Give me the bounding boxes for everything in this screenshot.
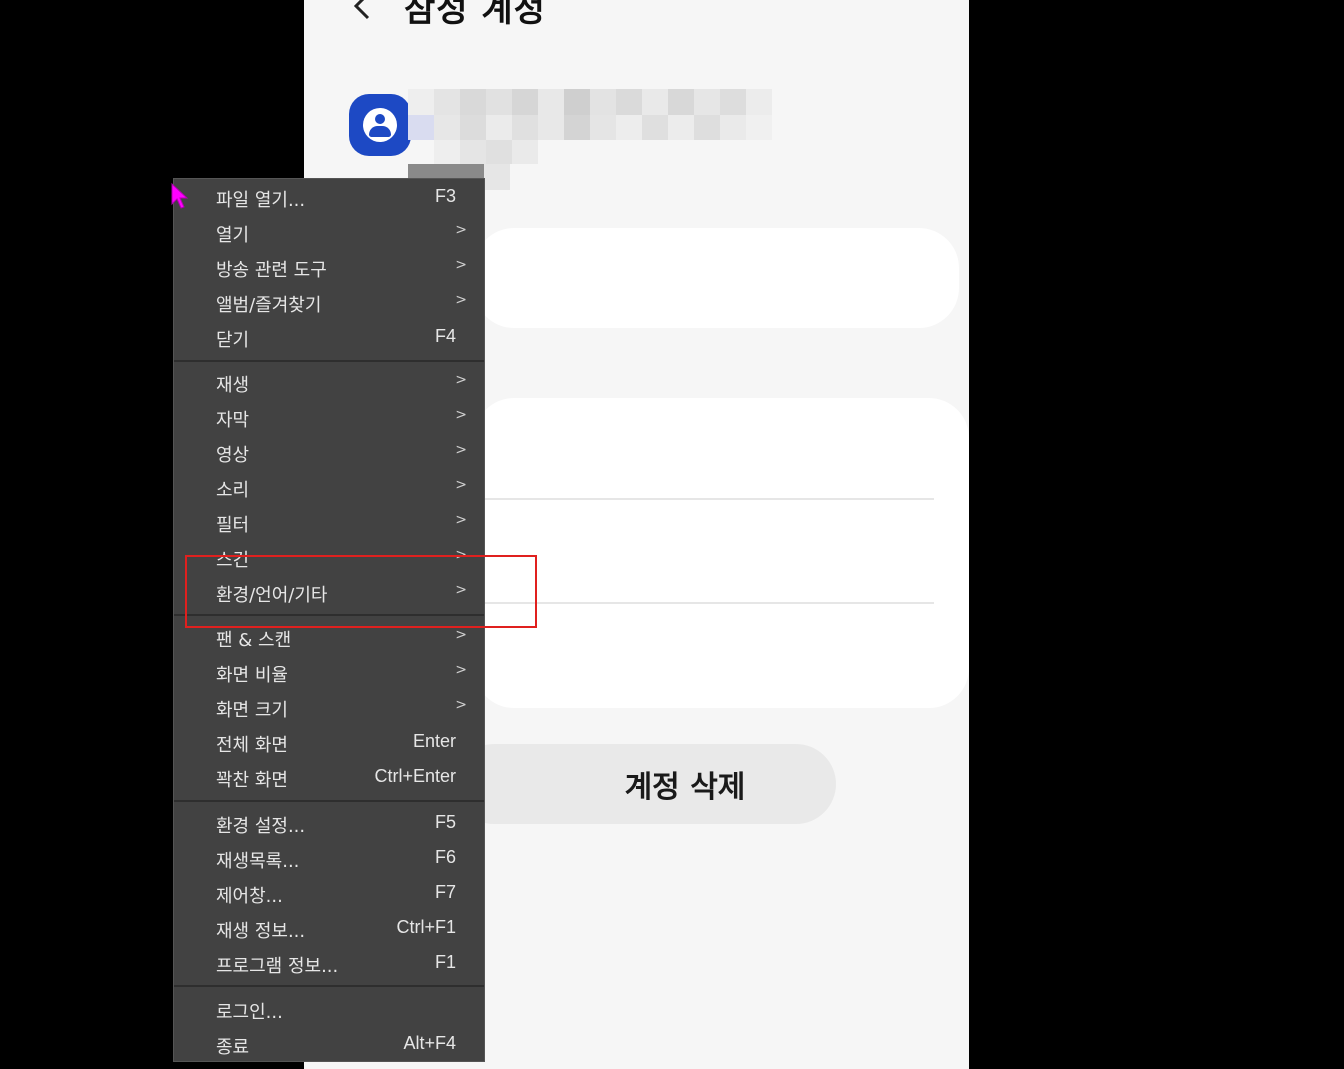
menu-item[interactable]: 닫기 F4: [174, 320, 484, 355]
menu-item-shortcut: F1: [434, 952, 456, 972]
submenu-arrow-icon: >: [455, 477, 467, 493]
settings-card[interactable]: [474, 228, 959, 328]
menu-item-label: 환경 설정...: [216, 816, 306, 837]
menu-item[interactable]: 파일 열기... F3: [174, 180, 484, 215]
menu-item-shortcut: F3: [434, 186, 456, 206]
menu-item-label: 방송 관련 도구: [216, 260, 327, 281]
menu-item-label: 프로그램 정보...: [216, 956, 339, 977]
menu-item[interactable]: 필터 >: [174, 505, 484, 540]
submenu-arrow-icon: >: [455, 697, 467, 713]
account-avatar-icon: [349, 94, 411, 156]
submenu-arrow-icon: >: [455, 407, 467, 423]
screenshot-stage: 삼성 계정 계정 삭제 파일 열기... F3 열기 > 방송 관련 도구 > …: [0, 0, 1344, 1069]
menu-item-shortcut: Alt+F4: [403, 1033, 456, 1053]
menu-item[interactable]: 전체 화면 Enter: [174, 725, 484, 760]
menu-separator: [174, 360, 484, 362]
submenu-arrow-icon: >: [455, 222, 467, 238]
menu-item-label: 꽉찬 화면: [216, 770, 288, 791]
menu-item-label: 재생: [216, 375, 250, 396]
menu-item[interactable]: 제어창... F7: [174, 876, 484, 911]
menu-item-label: 제어창...: [216, 886, 283, 907]
menu-item-shortcut: F6: [434, 847, 456, 867]
menu-item[interactable]: 환경 설정... F5: [174, 806, 484, 841]
delete-account-button[interactable]: 계정 삭제: [454, 744, 836, 824]
menu-item[interactable]: 꽉찬 화면 Ctrl+Enter: [174, 760, 484, 795]
menu-item-label: 전체 화면: [216, 735, 288, 756]
submenu-arrow-icon: >: [455, 512, 467, 528]
menu-item-label: 파일 열기...: [216, 190, 306, 211]
submenu-arrow-icon: >: [455, 372, 467, 388]
menu-item-label: 닫기: [216, 330, 250, 351]
menu-item-shortcut: F4: [434, 326, 456, 346]
submenu-arrow-icon: >: [455, 442, 467, 458]
menu-item-label: 종료: [216, 1037, 250, 1058]
menu-item-label: 로그인...: [216, 1002, 283, 1023]
menu-item-label: 소리: [216, 480, 250, 501]
menu-item-shortcut: Ctrl+F1: [396, 917, 456, 937]
menu-item[interactable]: 종료 Alt+F4: [174, 1027, 484, 1062]
menu-item-label: 재생 정보...: [216, 921, 306, 942]
menu-item-label: 화면 비율: [216, 665, 288, 686]
menu-item-label: 열기: [216, 225, 250, 246]
submenu-arrow-icon: >: [455, 292, 467, 308]
menu-item[interactable]: 프로그램 정보... F1: [174, 946, 484, 981]
menu-item-label: 필터: [216, 515, 250, 536]
menu-item-label: 앨범/즐겨찾기: [216, 295, 322, 316]
back-icon[interactable]: [346, 0, 380, 24]
menu-item-label: 화면 크기: [216, 700, 288, 721]
menu-separator: [174, 985, 484, 987]
menu-item-label: 재생목록...: [216, 851, 300, 872]
menu-item[interactable]: 재생 >: [174, 365, 484, 400]
page-title: 삼성 계정: [404, 0, 546, 30]
menu-item[interactable]: 열기 >: [174, 215, 484, 250]
menu-item[interactable]: 재생 정보... Ctrl+F1: [174, 911, 484, 946]
menu-item[interactable]: 소리 >: [174, 470, 484, 505]
menu-item[interactable]: 재생목록... F6: [174, 841, 484, 876]
highlight-box: [185, 555, 537, 628]
submenu-arrow-icon: >: [455, 627, 467, 643]
menu-item[interactable]: 영상 >: [174, 435, 484, 470]
menu-item[interactable]: 앨범/즐겨찾기 >: [174, 285, 484, 320]
menu-separator: [174, 800, 484, 802]
menu-item-label: 영상: [216, 445, 250, 466]
menu-item-shortcut: F7: [434, 882, 456, 902]
menu-item[interactable]: 자막 >: [174, 400, 484, 435]
menu-item-shortcut: Ctrl+Enter: [374, 766, 456, 786]
menu-item-shortcut: F5: [434, 812, 456, 832]
menu-item[interactable]: 방송 관련 도구 >: [174, 250, 484, 285]
mouse-cursor-icon: [171, 182, 189, 209]
menu-item[interactable]: 로그인...: [174, 992, 484, 1027]
submenu-arrow-icon: >: [455, 257, 467, 273]
submenu-arrow-icon: >: [455, 662, 467, 678]
settings-card[interactable]: [474, 398, 969, 708]
menu-item[interactable]: 화면 크기 >: [174, 690, 484, 725]
menu-item[interactable]: 화면 비율 >: [174, 655, 484, 690]
menu-item-shortcut: Enter: [412, 731, 456, 751]
menu-item-label: 팬 & 스캔: [216, 630, 292, 651]
menu-item-label: 자막: [216, 410, 250, 431]
